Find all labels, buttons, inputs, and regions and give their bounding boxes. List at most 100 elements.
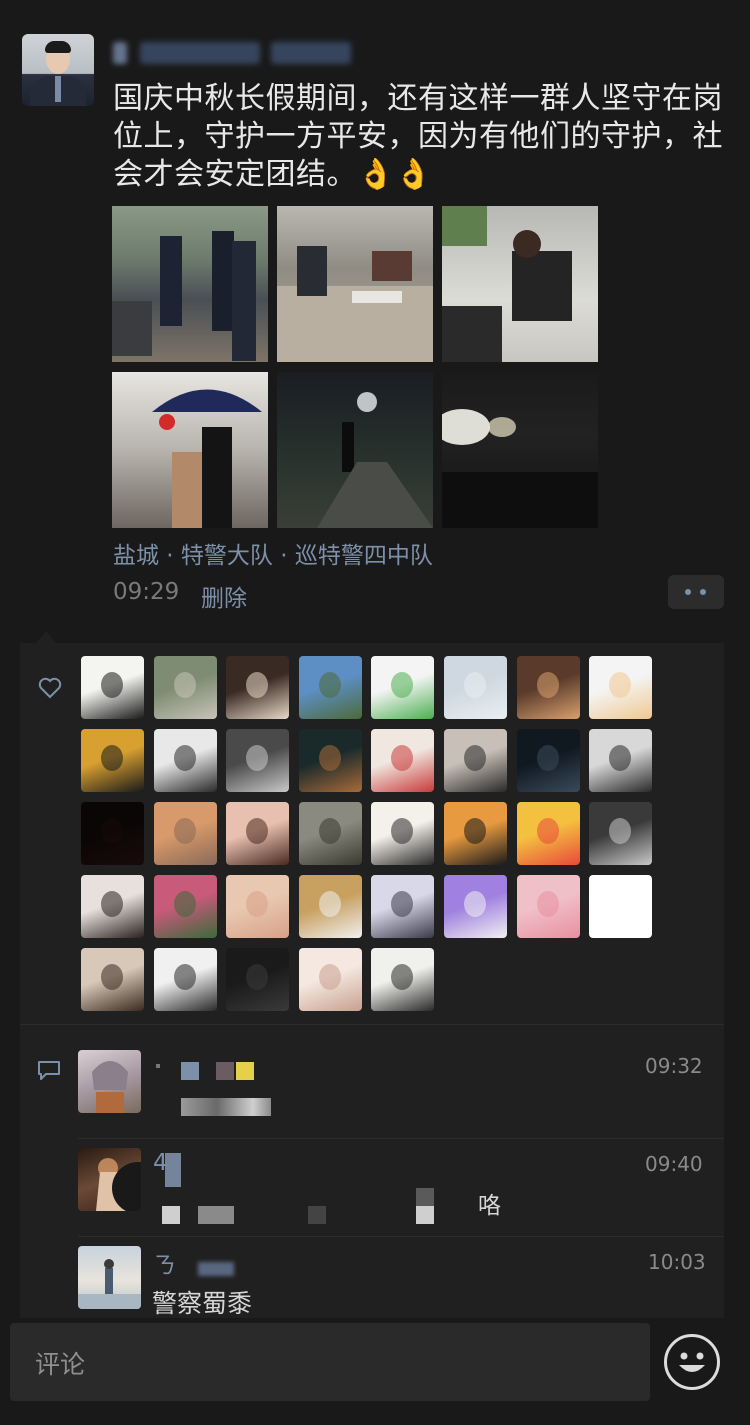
night-patrol-photo[interactable] [277,372,433,528]
liker-avatar[interactable] [298,875,362,938]
liker-avatar[interactable] [81,802,144,865]
liker-avatar[interactable] [589,656,653,719]
liker-avatar[interactable] [516,656,580,719]
liker-avatar[interactable] [589,875,653,938]
liker-avatar[interactable] [226,656,290,719]
liker-avatar-figure [173,745,196,771]
liker-avatar-figure [101,818,123,844]
comment-avatar[interactable] [78,1050,141,1113]
comment-time: 10:03 [648,1250,706,1274]
liker-avatar-figure [318,672,341,698]
author-avatar[interactable] [22,34,94,106]
liker-avatar[interactable] [298,656,362,719]
blurred-comment-pixel [198,1206,234,1224]
dot [685,589,691,595]
blurred-name-pixel [236,1062,254,1080]
liker-avatar[interactable] [226,802,290,865]
liker-avatar[interactable] [81,948,144,1011]
officers-under-umbrella-photo[interactable] [112,372,268,528]
liker-avatar[interactable] [371,802,435,865]
comment-divider [78,1236,724,1237]
author-name[interactable] [113,34,353,70]
liker-avatar[interactable] [226,875,290,938]
avatar-tie [55,76,61,102]
liker-avatar-figure [173,672,196,698]
blurred-name-pixel [216,1062,234,1080]
liker-avatar[interactable] [298,729,362,792]
comment-author[interactable]: ㄋ [153,1246,176,1280]
comment-avatar[interactable] [78,1246,141,1309]
comment-text: 警察蜀黍 [152,1289,253,1318]
liker-avatar[interactable] [444,656,507,719]
comment-time: 09:32 [645,1054,703,1078]
computer-desk [442,206,572,362]
liker-avatar[interactable] [444,729,507,792]
liker-avatar[interactable] [516,729,580,792]
comment-input-placeholder: 评论 [35,1350,86,1379]
beach-figure-avatar [78,1259,141,1309]
smiley-face-icon[interactable] [664,1334,720,1390]
delete-link[interactable]: 删除 [201,579,247,613]
liker-avatar-figure [536,891,559,917]
liker-avatar-figure [246,745,269,771]
post-time: 09:29 [113,579,180,605]
liker-avatar[interactable] [226,729,290,792]
liker-avatar[interactable] [81,875,144,938]
heart-icon [38,677,62,699]
officers-street-photo[interactable] [112,206,268,362]
liker-avatar[interactable] [153,802,217,865]
liker-avatar[interactable] [589,802,653,865]
liker-avatar[interactable] [371,729,435,792]
liker-avatar[interactable] [589,729,653,792]
liker-avatar[interactable] [81,729,144,792]
comment-avatar[interactable] [78,1148,141,1211]
night-road-lights-photo[interactable] [442,372,598,528]
liker-avatar[interactable] [153,948,217,1011]
liker-avatar[interactable] [298,802,362,865]
liker-avatar-figure [464,672,486,698]
liker-avatar[interactable] [153,729,217,792]
liker-avatar-figure [246,818,269,844]
post-text: 国庆中秋长假期间，还有这样一群人坚守在岗位上，守护一方平安，因为有他们的守护，社… [113,81,723,192]
liker-avatar[interactable] [371,875,435,938]
liker-avatar[interactable] [226,948,290,1011]
liker-avatar[interactable] [371,948,435,1011]
liker-avatar[interactable] [298,948,362,1011]
liker-avatar-figure [536,818,559,844]
photo-grid [112,206,598,528]
liker-avatar[interactable] [81,656,144,719]
dot [700,589,706,595]
liker-avatar-figure [173,818,196,844]
meeting-table [277,246,433,362]
liker-avatar[interactable] [153,656,217,719]
blurred-name-pixel [198,1262,234,1276]
liker-avatar-figure [318,818,341,844]
comment-divider [78,1138,724,1139]
liker-avatar-figure [464,745,486,771]
liker-avatar[interactable] [516,802,580,865]
panel-caret [36,631,56,643]
liker-avatar[interactable] [371,656,435,719]
blurred-comment-pixel [162,1206,180,1224]
officer-at-computer-photo[interactable] [442,206,598,362]
likes-divider [20,1024,724,1025]
liker-avatar-figure [536,672,559,698]
liker-avatar[interactable] [444,875,507,938]
officers-silhouettes [112,231,256,361]
hand-photo-avatar [96,1158,141,1211]
comment-text: 咯 [478,1193,501,1219]
liker-avatar-figure [101,891,123,917]
liker-avatar-figure [318,964,341,990]
liker-avatar-figure [391,672,414,698]
liker-avatar[interactable] [516,875,580,938]
liker-avatar[interactable] [153,875,217,938]
comment-input[interactable] [10,1323,650,1401]
blurred-comment-text [181,1098,271,1116]
more-options-button[interactable] [668,575,724,609]
post-location[interactable]: 盐城 · 特警大队 · 巡特警四中队 [113,536,433,570]
blurred-name-pixel [181,1062,199,1080]
liker-avatar-figure [173,964,196,990]
office-meeting-photo[interactable] [277,206,433,362]
blurred-comment-pixel [308,1206,326,1224]
liker-avatar[interactable] [444,802,507,865]
